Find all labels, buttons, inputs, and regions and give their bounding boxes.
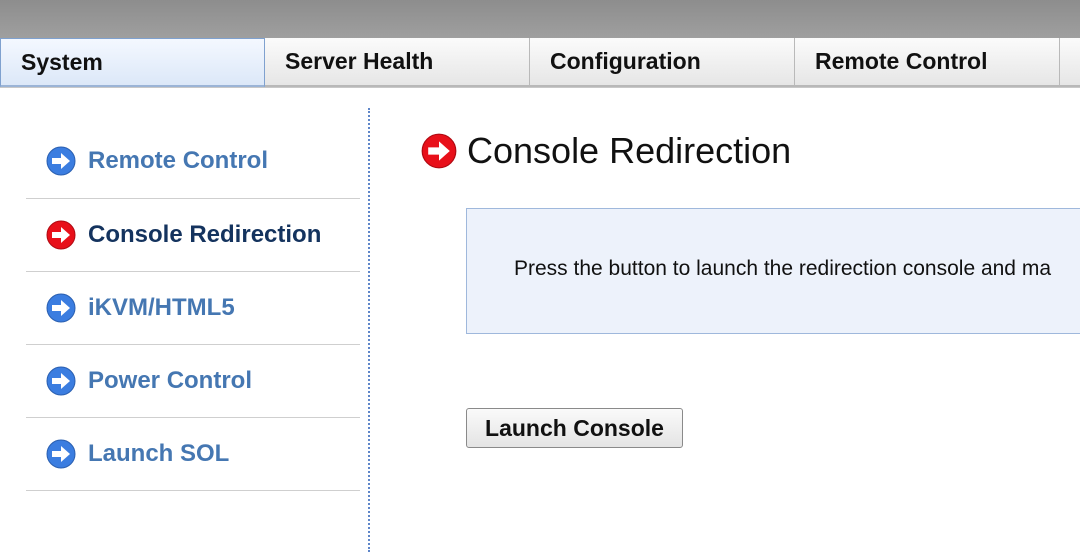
launch-console-button[interactable]: Launch Console <box>466 408 683 448</box>
blue-arrow-icon <box>46 293 76 323</box>
sidebar-item-label: Console Redirection <box>88 221 322 248</box>
tab-label: Remote Control <box>815 48 988 74</box>
sidebar-item-label: iKVM/HTML5 <box>88 294 235 321</box>
blue-arrow-icon <box>46 146 76 176</box>
blue-arrow-icon <box>46 366 76 396</box>
sidebar-item-ikvm-html5[interactable]: iKVM/HTML5 <box>26 272 360 345</box>
sidebar-item-power-control[interactable]: Power Control <box>26 345 360 418</box>
tab-system[interactable]: System <box>0 38 265 87</box>
sidebar-menu: Remote Control Console Redirection iKVM/… <box>26 124 360 491</box>
tab-configuration[interactable]: Configuration <box>530 38 795 87</box>
sidebar-divider <box>368 108 370 552</box>
red-arrow-icon <box>46 220 76 250</box>
red-arrow-icon <box>421 133 457 169</box>
tab-partial[interactable] <box>1060 38 1080 87</box>
sidebar-item-launch-sol[interactable]: Launch SOL <box>26 418 360 491</box>
sidebar-item-label: Launch SOL <box>88 440 230 467</box>
tab-label: System <box>21 48 103 75</box>
top-banner <box>0 0 1080 38</box>
sidebar-item-label: Remote Control <box>88 147 268 174</box>
page-title: Console Redirection <box>467 130 792 171</box>
tab-label: Configuration <box>550 48 701 74</box>
info-box: Press the button to launch the redirecti… <box>466 208 1080 334</box>
sidebar-item-remote-control[interactable]: Remote Control <box>26 124 360 199</box>
page-header: Console Redirection <box>421 130 791 172</box>
blue-arrow-icon <box>46 439 76 469</box>
info-text: Press the button to launch the redirecti… <box>514 257 1051 280</box>
sidebar-item-label: Power Control <box>88 367 253 394</box>
sidebar-item-console-redirection[interactable]: Console Redirection <box>26 199 360 272</box>
main-tabs: System Server Health Configuration Remot… <box>0 38 1080 88</box>
tab-remote-control[interactable]: Remote Control <box>795 38 1060 87</box>
tab-server-health[interactable]: Server Health <box>265 38 530 87</box>
tab-label: Server Health <box>285 48 434 74</box>
